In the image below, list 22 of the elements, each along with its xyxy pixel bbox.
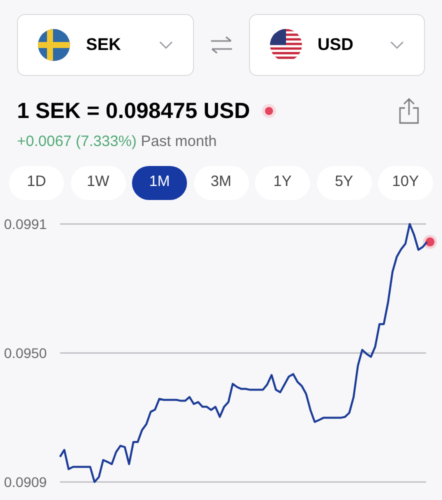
axis-label: 0.0909 xyxy=(4,474,47,490)
change-period: Past month xyxy=(140,133,217,150)
range-tab[interactable]: 1W xyxy=(70,166,126,200)
range-tab[interactable]: 1D xyxy=(9,166,64,200)
chevron-down-icon xyxy=(390,41,404,49)
range-tab[interactable]: 1M xyxy=(132,166,187,200)
flag-icon xyxy=(270,29,302,61)
currency-select[interactable]: SEK xyxy=(17,14,194,76)
currency-select[interactable]: USD xyxy=(248,14,425,76)
range-tab[interactable]: 5Y xyxy=(316,166,372,200)
range-tab[interactable]: 3M xyxy=(194,166,248,200)
current-point-marker xyxy=(423,234,437,248)
change-amount: +0.0067 (7.333%) xyxy=(17,133,137,150)
chevron-down-icon xyxy=(158,41,172,49)
exchange-rate: 1 SEK = 0.098475 USD xyxy=(17,97,250,125)
axis-label: 0.0991 xyxy=(4,216,47,232)
flag-icon xyxy=(38,29,70,61)
swap-icon[interactable] xyxy=(210,36,232,54)
range-tab[interactable]: 10Y xyxy=(378,166,433,200)
range-tab[interactable]: 1Y xyxy=(255,166,310,200)
share-icon[interactable] xyxy=(399,98,419,124)
axis-label: 0.0950 xyxy=(4,344,47,360)
